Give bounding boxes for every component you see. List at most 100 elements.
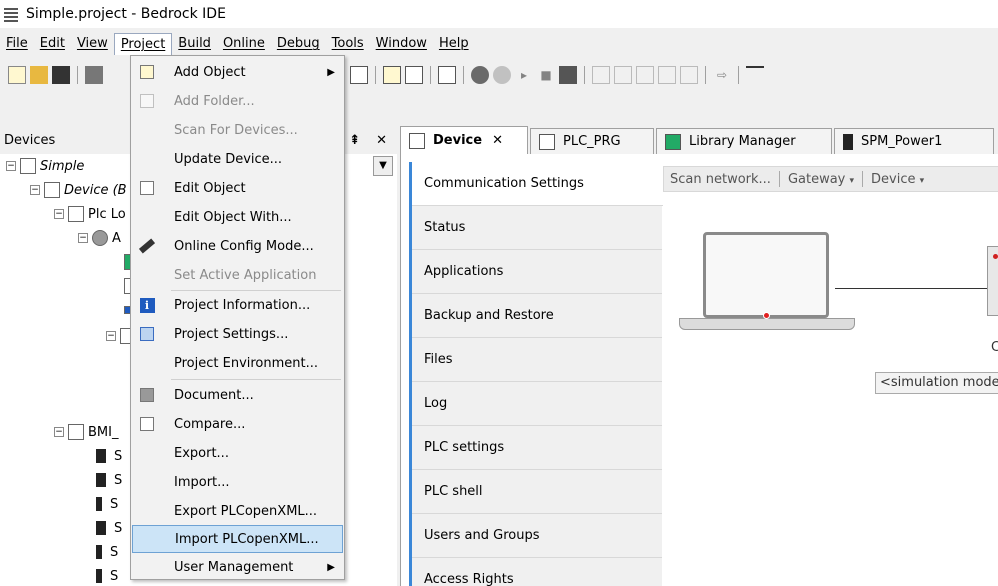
menu-build[interactable]: Build bbox=[172, 33, 217, 55]
section-log[interactable]: Log bbox=[412, 382, 662, 426]
print-icon[interactable] bbox=[85, 66, 103, 84]
menu-project[interactable]: Project bbox=[113, 33, 173, 55]
tree-node-module[interactable]: S bbox=[96, 566, 118, 586]
menu-item-import[interactable]: Import... bbox=[132, 468, 343, 496]
tree-node-plc-logic[interactable]: − Plc Lo bbox=[54, 204, 126, 224]
editor-tabs: Device ✕ PLC_PRG Library Manager SPM_Pow… bbox=[400, 126, 998, 154]
open-folder-icon[interactable] bbox=[30, 66, 48, 84]
chevron-down-icon: ▾ bbox=[849, 175, 855, 186]
menu-window[interactable]: Window bbox=[370, 33, 433, 55]
tab-spm-power1[interactable]: SPM_Power1 bbox=[834, 128, 994, 154]
menu-item-export[interactable]: Export... bbox=[132, 439, 343, 467]
menu-item-set-active-application[interactable]: Set Active Application bbox=[132, 261, 343, 289]
menu-file[interactable]: File bbox=[0, 33, 34, 55]
collapse-icon[interactable]: − bbox=[30, 185, 40, 195]
menu-item-import-plcopenxml[interactable]: Import PLCopenXML... bbox=[132, 525, 343, 553]
section-applications[interactable]: Applications bbox=[412, 250, 662, 294]
tree-node-module[interactable]: S bbox=[96, 494, 118, 514]
menu-item-edit-object[interactable]: Edit Object bbox=[132, 174, 343, 202]
cycle-icon[interactable] bbox=[680, 66, 698, 84]
library-icon bbox=[665, 133, 681, 150]
section-status[interactable]: Status bbox=[412, 206, 662, 250]
section-files[interactable]: Files bbox=[412, 338, 662, 382]
step-out-icon[interactable] bbox=[658, 66, 676, 84]
arrow-right-icon[interactable]: ⇨ bbox=[713, 66, 731, 84]
menu-view[interactable]: View bbox=[71, 33, 114, 55]
menu-item-compare[interactable]: Compare... bbox=[132, 410, 343, 438]
tree-node-module[interactable]: S bbox=[96, 518, 122, 538]
section-users-groups[interactable]: Users and Groups bbox=[412, 514, 662, 558]
step-into-icon[interactable] bbox=[636, 66, 654, 84]
collapse-icon[interactable]: − bbox=[106, 331, 116, 341]
tab-plc-prg[interactable]: PLC_PRG bbox=[530, 128, 654, 154]
menu-help[interactable]: Help bbox=[433, 33, 475, 55]
gateway-dropdown[interactable]: Gateway ▾ bbox=[788, 172, 854, 187]
collapse-icon[interactable]: − bbox=[54, 209, 64, 219]
tab-library-manager[interactable]: Library Manager bbox=[656, 128, 832, 154]
menu-item-user-management[interactable]: User Management ▶ bbox=[132, 553, 343, 581]
copy-icon[interactable] bbox=[350, 66, 368, 84]
close-icon[interactable]: ✕ bbox=[492, 133, 503, 148]
menu-tools[interactable]: Tools bbox=[326, 33, 370, 55]
tree-node-label: Simple bbox=[40, 158, 85, 174]
menu-item-add-object[interactable]: Add Object ▶ bbox=[132, 58, 343, 86]
edit-object-icon[interactable] bbox=[405, 66, 423, 84]
scan-network-button[interactable]: Scan network... bbox=[670, 172, 771, 187]
wrench-icon bbox=[138, 238, 156, 254]
menu-item-project-information[interactable]: i Project Information... bbox=[132, 291, 343, 319]
run-icon[interactable]: ▸ bbox=[515, 66, 533, 84]
gateway-label: Gateway bbox=[787, 171, 846, 187]
section-backup-restore[interactable]: Backup and Restore bbox=[412, 294, 662, 338]
section-plc-shell[interactable]: PLC shell bbox=[412, 470, 662, 514]
tree-node-bmi[interactable]: − BMI_ bbox=[54, 422, 118, 442]
section-communication-settings[interactable]: Communication Settings bbox=[412, 162, 665, 206]
menu-online[interactable]: Online bbox=[217, 33, 271, 55]
stop-icon[interactable]: ■ bbox=[537, 66, 555, 84]
tree-node-simple[interactable]: − Simple bbox=[6, 156, 84, 176]
device-dropdown[interactable]: Device ▾ bbox=[871, 172, 924, 187]
section-access-rights[interactable]: Access Rights bbox=[412, 558, 662, 586]
save-icon[interactable] bbox=[52, 66, 70, 84]
tree-node-label: BMI_ bbox=[88, 424, 119, 440]
menu-item-project-settings[interactable]: Project Settings... bbox=[132, 320, 343, 348]
new-project-icon[interactable] bbox=[8, 66, 26, 84]
menu-item-edit-object-with[interactable]: Edit Object With... bbox=[132, 203, 343, 231]
window-icon[interactable] bbox=[438, 66, 456, 84]
tab-device[interactable]: Device ✕ bbox=[400, 126, 528, 154]
pin-icon[interactable]: ⇞ bbox=[349, 133, 360, 148]
menu-edit[interactable]: Edit bbox=[34, 33, 71, 55]
add-object-icon[interactable] bbox=[383, 66, 401, 84]
connection-line bbox=[835, 288, 998, 289]
tab-label: PLC_PRG bbox=[563, 134, 621, 149]
filter-icon[interactable] bbox=[746, 66, 764, 84]
section-plc-settings[interactable]: PLC settings bbox=[412, 426, 662, 470]
menu-item-update-device[interactable]: Update Device... bbox=[132, 145, 343, 173]
step-over-icon[interactable] bbox=[614, 66, 632, 84]
menu-item-label: Scan For Devices... bbox=[174, 122, 298, 138]
tree-node-module[interactable]: S bbox=[96, 446, 122, 466]
app-icon bbox=[2, 5, 20, 23]
device-icon bbox=[68, 424, 84, 440]
collapse-icon[interactable]: − bbox=[78, 233, 88, 243]
tree-node-application[interactable]: − A bbox=[78, 228, 121, 248]
laptop-icon[interactable] bbox=[703, 232, 829, 318]
collapse-icon[interactable]: − bbox=[54, 427, 64, 437]
wrench-icon[interactable] bbox=[559, 66, 577, 84]
collapse-icon[interactable]: − bbox=[6, 161, 16, 171]
close-icon[interactable]: ✕ bbox=[376, 133, 387, 148]
menu-debug[interactable]: Debug bbox=[271, 33, 326, 55]
program-icon bbox=[539, 133, 555, 150]
login-icon[interactable] bbox=[471, 66, 489, 84]
toolbar-separator bbox=[375, 66, 376, 84]
menu-item-document[interactable]: Document... bbox=[132, 381, 343, 409]
tree-node-device[interactable]: − Device (B bbox=[30, 180, 127, 200]
menu-item-export-plcopenxml[interactable]: Export PLCopenXML... bbox=[132, 497, 343, 525]
menu-item-project-environment[interactable]: Project Environment... bbox=[132, 349, 343, 377]
tree-node-module[interactable]: S bbox=[96, 470, 122, 490]
menu-item-scan-devices[interactable]: Scan For Devices... bbox=[132, 116, 343, 144]
tree-node-module[interactable]: S bbox=[96, 542, 118, 562]
logout-icon[interactable] bbox=[493, 66, 511, 84]
breakpoint-icon[interactable] bbox=[592, 66, 610, 84]
menu-item-online-config-mode[interactable]: Online Config Mode... bbox=[132, 232, 343, 260]
menu-item-add-folder[interactable]: Add Folder... bbox=[132, 87, 343, 115]
